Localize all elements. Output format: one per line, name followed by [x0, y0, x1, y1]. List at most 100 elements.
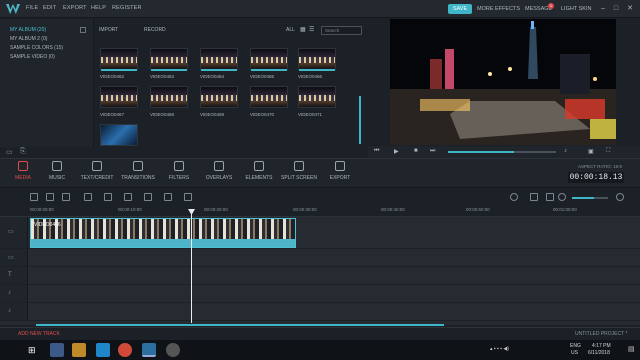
- crop-icon[interactable]: [84, 193, 92, 201]
- media-thumb-8[interactable]: [200, 86, 238, 108]
- rewind-icon[interactable]: ⏮: [374, 148, 379, 155]
- menu-register[interactable]: REGISTER: [112, 5, 142, 11]
- ruler-tick-label: 00:00:50:00: [466, 207, 490, 212]
- sidebar-item-my-album[interactable]: MY ALBUM (20): [10, 27, 46, 33]
- tab-music[interactable]: MUSIC: [44, 161, 70, 181]
- menu-help[interactable]: HELP: [91, 5, 106, 11]
- split-icon[interactable]: [124, 193, 132, 201]
- zoom-out-icon[interactable]: [558, 193, 566, 201]
- marker-icon[interactable]: [530, 193, 538, 201]
- search-input[interactable]: Search: [321, 26, 362, 35]
- cut-icon[interactable]: [62, 193, 70, 201]
- media-thumb-5[interactable]: [298, 48, 336, 71]
- media-thumb-1[interactable]: [100, 48, 138, 71]
- filter-all-dropdown[interactable]: ALL: [286, 27, 295, 33]
- pip-track-icon[interactable]: ▭: [8, 254, 14, 261]
- media-scrollbar[interactable]: [359, 96, 361, 144]
- clock-date[interactable]: 6/11/2018: [588, 350, 610, 356]
- media-thumb-11[interactable]: [100, 124, 138, 146]
- skype-icon[interactable]: [96, 343, 110, 357]
- video-track-2[interactable]: ▭: [0, 249, 640, 267]
- folder-icon[interactable]: ▭: [6, 148, 13, 156]
- delete-icon[interactable]: [104, 193, 112, 201]
- maximize-icon[interactable]: □: [611, 4, 621, 14]
- windows-start-icon[interactable]: ⊞: [28, 345, 36, 356]
- redo-icon[interactable]: [46, 193, 54, 201]
- volume-icon[interactable]: ♪: [564, 148, 567, 154]
- timeline-ruler[interactable]: [0, 205, 640, 217]
- sidebar-item-sample-colors[interactable]: SAMPLE COLORS (15): [10, 45, 63, 51]
- music-track-2[interactable]: ♪: [0, 303, 640, 321]
- light-skin-link[interactable]: LIGHT SKIN: [561, 6, 591, 12]
- undo-icon[interactable]: [30, 193, 38, 201]
- video-track-icon[interactable]: ▭: [8, 228, 14, 235]
- menu-export[interactable]: EXPORT: [63, 5, 87, 11]
- tab-filters[interactable]: FILTERS: [166, 161, 192, 181]
- forward-icon[interactable]: ⏭: [430, 148, 435, 155]
- menu-file[interactable]: FILE: [26, 5, 38, 11]
- tab-export[interactable]: EXPORT: [326, 161, 354, 181]
- timeline-scrollbar[interactable]: [36, 324, 444, 326]
- music-track[interactable]: ♪: [0, 285, 640, 303]
- playhead[interactable]: [191, 211, 192, 323]
- media-thumb-3[interactable]: [200, 48, 238, 71]
- add-album-icon[interactable]: [80, 27, 86, 33]
- color-icon[interactable]: [164, 193, 172, 201]
- minimize-icon[interactable]: –: [598, 4, 608, 14]
- input-region[interactable]: US: [571, 350, 578, 356]
- tab-text-credit[interactable]: TEXT/CREDIT: [79, 161, 115, 181]
- tab-split-screen[interactable]: SPLIT SCREEN: [280, 161, 318, 181]
- render-icon[interactable]: [510, 193, 518, 201]
- task-view-icon[interactable]: [50, 343, 64, 357]
- media-thumb-9[interactable]: [250, 86, 288, 108]
- zoom-in-icon[interactable]: [616, 193, 624, 201]
- clock-time[interactable]: 4:17 PM: [592, 343, 611, 349]
- media-thumb-10[interactable]: [298, 86, 336, 108]
- close-icon[interactable]: ✕: [625, 4, 635, 14]
- text-track-icon[interactable]: T: [8, 272, 12, 278]
- input-language[interactable]: ENG: [570, 343, 581, 349]
- zoom-fit-icon[interactable]: [546, 193, 554, 201]
- music-track-icon[interactable]: ♪: [8, 308, 11, 314]
- save-button[interactable]: SAVE: [448, 4, 472, 14]
- more-effects-link[interactable]: MORE EFFECTS: [477, 6, 520, 12]
- split-screen-icon: [294, 161, 304, 171]
- menu-edit[interactable]: EDIT: [43, 5, 56, 11]
- sidebar-item-my-album-2[interactable]: MY ALBUM 2 (0): [10, 36, 47, 42]
- text-track[interactable]: T: [0, 267, 640, 285]
- tab-media[interactable]: MEDIA: [10, 161, 36, 181]
- add-new-track-button[interactable]: ADD NEW TRACK: [18, 331, 60, 337]
- file-explorer-icon[interactable]: [72, 343, 86, 357]
- track-header: ▭: [0, 217, 28, 248]
- tab-overlays[interactable]: OVERLAYS: [203, 161, 235, 181]
- record-button[interactable]: RECORD: [144, 27, 166, 33]
- chrome-icon[interactable]: [118, 343, 132, 357]
- import-button[interactable]: IMPORT: [99, 27, 118, 33]
- media-thumb-2[interactable]: [150, 48, 188, 71]
- music-track-icon[interactable]: ♪: [8, 290, 11, 296]
- filmora-taskbar-icon[interactable]: [142, 343, 156, 357]
- app-icon[interactable]: [166, 343, 180, 357]
- video-preview[interactable]: [390, 19, 616, 145]
- speed-icon[interactable]: [144, 193, 152, 201]
- notification-icon[interactable]: ▤: [628, 345, 635, 353]
- track-header: T: [0, 267, 28, 284]
- fullscreen-icon[interactable]: ⛶: [606, 148, 610, 155]
- list-view-icon[interactable]: ☰: [309, 26, 314, 33]
- sidebar-item-sample-video[interactable]: SAMPLE VIDEO (0): [10, 54, 55, 60]
- tray-icons[interactable]: ▴ ▪ ▪ ▪ ◀): [490, 346, 509, 352]
- preview-frame: [390, 19, 616, 145]
- media-thumb-label: VIDEO0464: [200, 74, 225, 79]
- link-icon[interactable]: ⎘: [20, 148, 26, 156]
- media-thumb-7[interactable]: [150, 86, 188, 108]
- media-thumb-6[interactable]: [100, 86, 138, 108]
- tab-transitions[interactable]: TRANSITIONS: [119, 161, 157, 181]
- video-clip[interactable]: VIDEO0466: [30, 218, 296, 248]
- stop-icon[interactable]: ■: [414, 148, 418, 154]
- grid-view-icon[interactable]: ▦: [300, 26, 306, 33]
- play-icon[interactable]: ▶: [394, 148, 399, 155]
- audio-icon[interactable]: [184, 193, 192, 201]
- snapshot-icon[interactable]: ▣: [588, 148, 594, 155]
- media-thumb-4[interactable]: [250, 48, 288, 71]
- tab-elements[interactable]: ELEMENTS: [244, 161, 274, 181]
